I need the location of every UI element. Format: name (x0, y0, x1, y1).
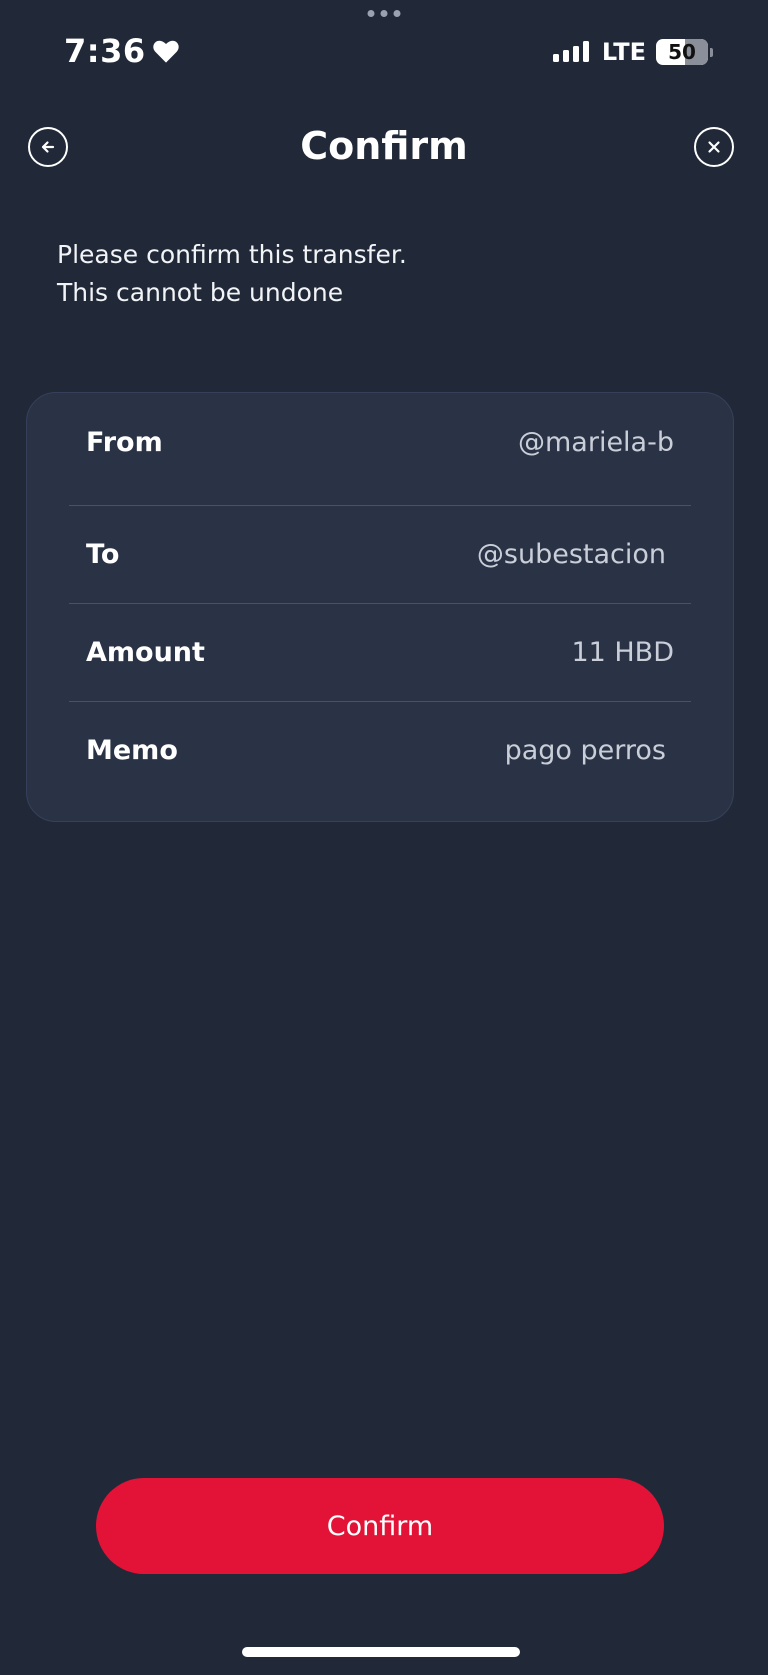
close-icon (708, 141, 720, 153)
from-label: From (86, 426, 163, 458)
heart-icon (152, 40, 179, 63)
to-value: @subestacion (476, 538, 666, 570)
status-indicators: LTE 50 (552, 38, 713, 66)
from-value: @mariela-b (518, 426, 674, 458)
battery-tip (710, 47, 713, 57)
detail-row-amount: Amount 11 HBD (69, 603, 691, 701)
detail-row-from: From @mariela-b (69, 393, 691, 491)
warning-line-2: This cannot be undone (57, 278, 344, 307)
more-dots-indicator (367, 10, 401, 17)
home-indicator[interactable] (242, 1647, 520, 1657)
transfer-warning: Please confirm this transfer. This canno… (57, 236, 407, 312)
status-time-text: 7:36 (64, 32, 146, 70)
amount-value: 11 HBD (571, 636, 674, 668)
transfer-details-card: From @mariela-b To @subestacion Amount 1… (26, 392, 734, 822)
detail-row-memo: Memo pago perros (69, 701, 691, 799)
status-bar: 7:36 LTE 50 (0, 30, 768, 74)
close-button[interactable] (694, 127, 734, 167)
memo-value: pago perros (504, 734, 666, 766)
signal-icon (552, 41, 589, 62)
status-time: 7:36 (64, 32, 180, 70)
to-label: To (86, 538, 120, 570)
confirm-button[interactable]: Confirm (96, 1478, 664, 1574)
page-title: Confirm (300, 124, 468, 168)
battery-icon: 50 (656, 39, 708, 65)
amount-label: Amount (86, 636, 205, 668)
network-label: LTE (601, 38, 646, 66)
battery-level: 50 (668, 40, 696, 64)
detail-row-to: To @subestacion (69, 505, 691, 603)
warning-line-1: Please confirm this transfer. (57, 240, 407, 269)
memo-label: Memo (86, 734, 178, 766)
header: Confirm (0, 118, 768, 178)
